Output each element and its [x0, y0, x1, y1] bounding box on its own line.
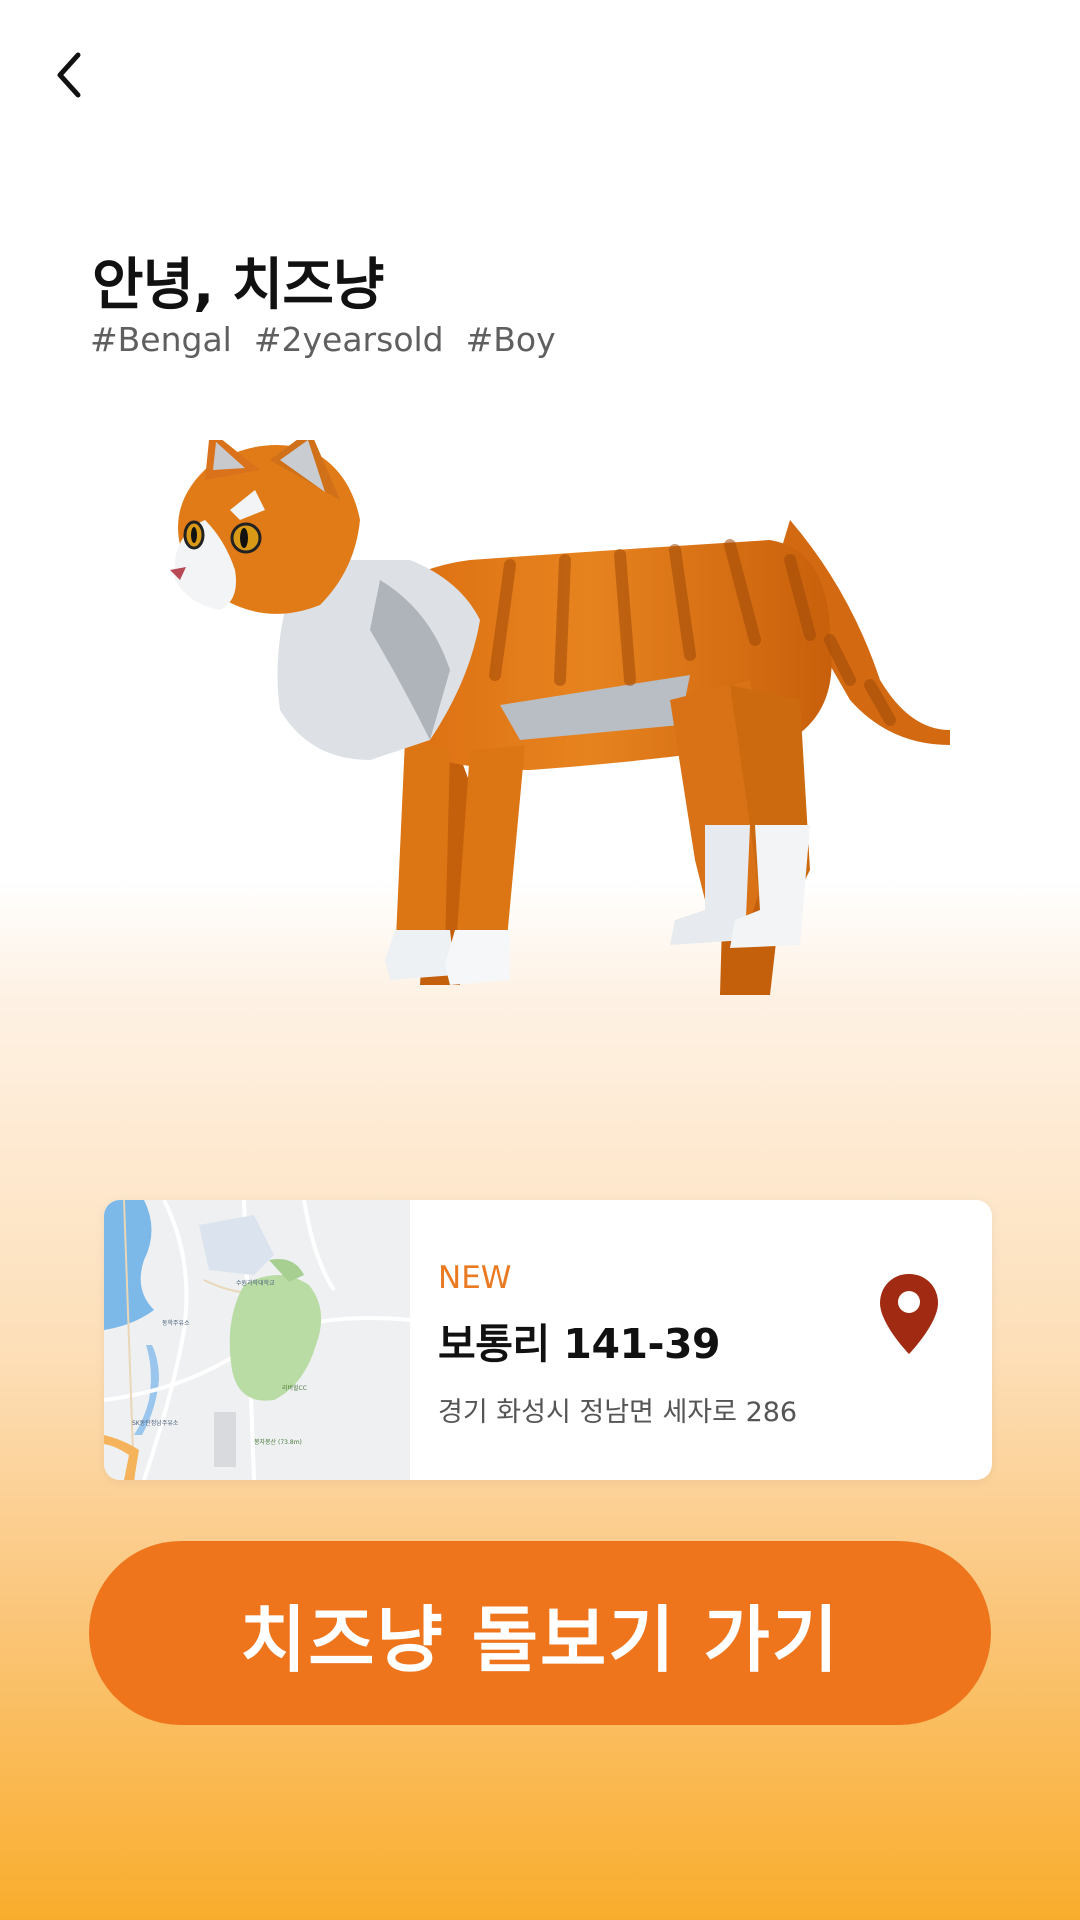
map-thumbnail[interactable]: 수원과학대학교 동학주유소 리버힐CC SK동탄정남주유소 봉자봉산 (73.8…	[104, 1200, 411, 1480]
map-label-golf: 리버힐CC	[282, 1384, 307, 1392]
new-badge: NEW	[438, 1260, 512, 1296]
tag-gender: #Boy	[465, 320, 556, 359]
tag-breed: #Bengal	[90, 320, 232, 359]
location-info: NEW 보통리 141-39 경기 화성시 정남면 세자로 286	[438, 1260, 797, 1429]
page-title: 안녕, 치즈냥	[92, 253, 384, 318]
location-card[interactable]: 수원과학대학교 동학주유소 리버힐CC SK동탄정남주유소 봉자봉산 (73.8…	[104, 1200, 992, 1480]
cat-model-image	[150, 430, 970, 1140]
map-pin-icon[interactable]	[878, 1272, 940, 1356]
map-label-sk-station: SK동탄정남주유소	[132, 1419, 179, 1427]
map-label-gas-station: 동학주유소	[162, 1319, 190, 1327]
chevron-left-icon	[57, 52, 81, 98]
map-label-campus: 수원과학대학교	[236, 1279, 275, 1287]
back-button[interactable]	[52, 45, 112, 105]
location-address: 경기 화성시 정남면 세자로 286	[438, 1397, 798, 1428]
map-label-mountain: 봉자봉산 (73.8m)	[254, 1438, 302, 1446]
go-care-button[interactable]: 치즈냥 돌보기 가기	[89, 1541, 991, 1725]
tag-age: #2yearsold	[253, 320, 444, 359]
location-title: 보통리 141-39	[438, 1320, 721, 1368]
tag-list: #Bengal #2yearsold #Boy	[90, 320, 556, 359]
